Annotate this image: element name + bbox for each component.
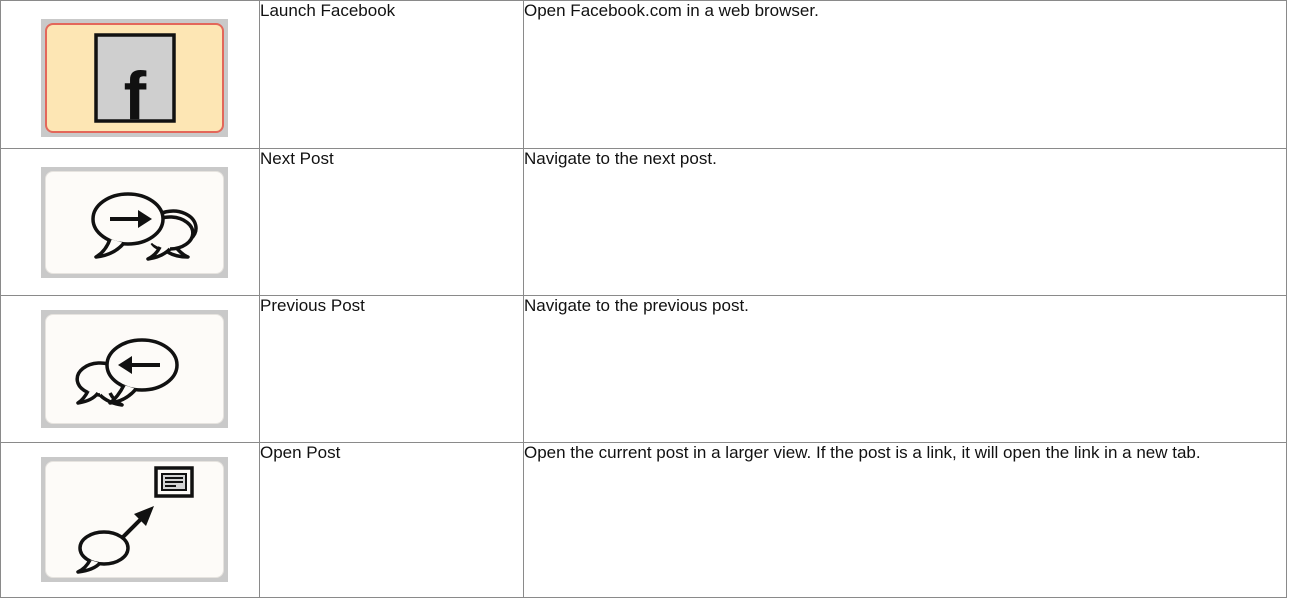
table-row: Next Post Navigate to the next post. [0,148,1287,296]
icon-cell [0,148,260,296]
launch-facebook-button-face[interactable]: f [45,23,224,133]
next-post-speech-bubbles-icon [90,191,198,261]
previous-post-button-face[interactable] [45,314,224,424]
next-post-button[interactable] [41,167,228,278]
command-description: Open Facebook.com in a web browser. [523,0,1287,149]
icon-cell: f [0,0,260,149]
open-post-button-face[interactable] [45,461,224,578]
facebook-logo-icon: f [93,33,176,123]
table-row: Previous Post Navigate to the previous p… [0,295,1287,443]
command-description: Navigate to the next post. [523,148,1287,296]
command-name: Open Post [259,442,524,598]
command-description: Open the current post in a larger view. … [523,442,1287,598]
command-description: Navigate to the previous post. [523,295,1287,443]
command-name: Previous Post [259,295,524,443]
previous-post-button[interactable] [41,310,228,428]
icon-cell [0,442,260,598]
svg-text:f: f [123,58,146,123]
open-post-icon [75,465,194,574]
icon-cell [0,295,260,443]
command-name: Next Post [259,148,524,296]
command-name: Launch Facebook [259,0,524,149]
open-post-button[interactable] [41,457,228,582]
table-row: Open Post Open the current post in a lar… [0,442,1287,598]
commands-table: f Launch Facebook Open Facebook.com in a… [0,0,1287,598]
table-row: f Launch Facebook Open Facebook.com in a… [0,0,1287,149]
previous-post-speech-bubbles-icon [74,338,179,407]
launch-facebook-button[interactable]: f [41,19,228,137]
next-post-button-face[interactable] [45,171,224,274]
